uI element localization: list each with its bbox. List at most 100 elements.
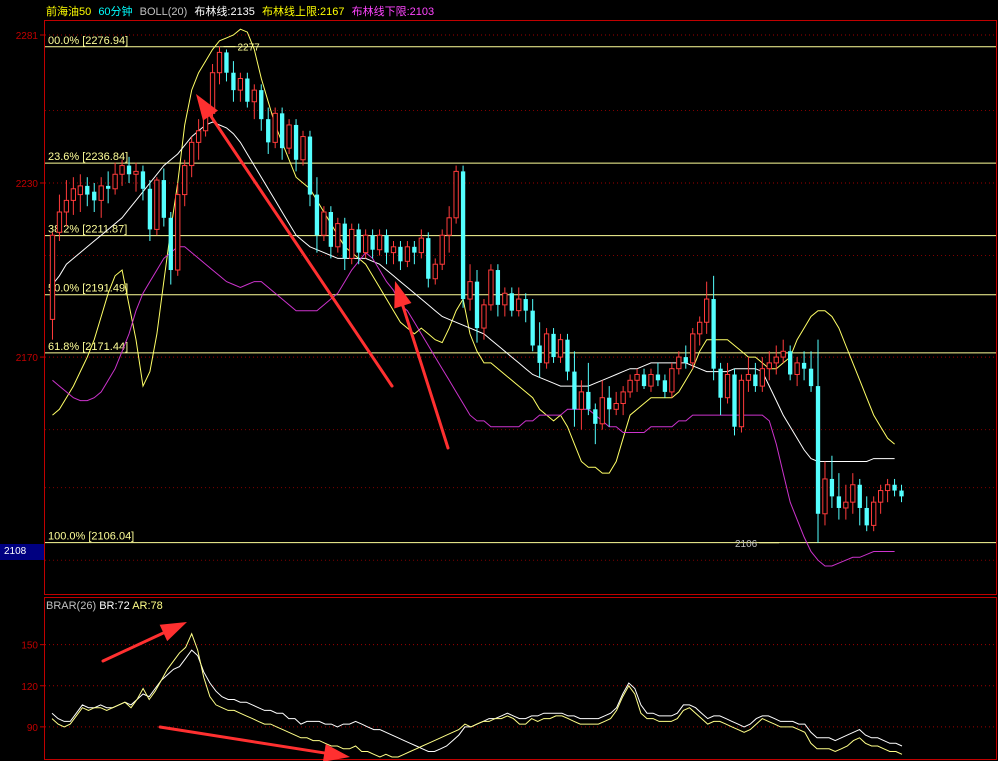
arrow-head [159,622,187,642]
candle-body [502,292,508,306]
candle-body [404,246,411,262]
sub-y-axis: 150 120 90 [21,641,45,734]
period-label: 60分钟 [98,6,133,18]
candle-body [426,238,431,279]
y-tick-label: 2281 [16,31,39,42]
candle-body [488,269,494,306]
br-line [51,649,903,752]
candle-body [669,368,675,393]
candle-body [474,281,480,329]
candle-body [335,223,341,248]
candle-body [112,173,118,190]
candle-body [738,379,745,428]
candle-body [98,185,104,201]
candle-body [565,339,570,372]
candle-body [224,52,229,73]
candle-body [293,124,299,160]
candle-body [495,270,501,305]
candle-body [899,490,904,497]
candle-body [690,333,696,364]
candle-body [279,113,285,149]
candle-body [56,211,63,233]
candle-body [766,362,772,370]
candle-body [578,391,585,410]
brar-lines [51,632,903,758]
candle-body [551,333,556,358]
candle-body [77,185,83,196]
candle-body [140,171,146,189]
candle-body [342,223,347,259]
candle-body [168,217,173,271]
main-y-axis: 2281 2230 2170 [16,31,45,364]
candle-body [272,112,278,143]
candle-body [815,386,821,514]
candle-body [390,246,397,254]
candle-body [147,188,153,230]
candle-body [704,298,710,323]
candle-body [537,345,542,363]
candle-body [175,194,181,271]
current-price-tag: 2108 [0,544,44,560]
candle-body [732,374,737,427]
candle-body [231,72,236,91]
candle-body [216,51,223,74]
arrow-shaft [101,631,165,663]
candle-body [759,368,765,387]
candle-body [70,188,77,201]
high-marker-label: 2277 [238,43,261,54]
candle-body [572,371,577,410]
candle-body [432,263,438,280]
low-marker-label: 2106 [735,539,758,550]
candle-body [362,234,369,254]
chart-frame [44,20,997,760]
candle-body [662,380,668,392]
sub-y-tick-label: 120 [21,682,38,693]
candle-body [718,368,723,398]
candle-body [843,501,849,509]
fib-label: 100.0% [2106.04] [48,531,134,543]
candle-body [85,185,90,195]
candle-body [808,368,814,387]
candle-body [864,507,869,526]
ar-line [51,632,903,758]
candle-body [105,185,111,189]
candle-body [724,373,731,399]
sub-y-tick-label: 90 [27,723,39,734]
brar-indicator-label: BRAR(26) [46,600,97,612]
candle-body [412,246,417,253]
candle-body [453,170,459,219]
candle-body [356,229,361,253]
sub-y-tick-label: 150 [21,641,38,652]
candle-body [251,89,257,103]
candle-body [63,199,70,213]
candle-body [892,484,897,491]
br-label: BR:72 [99,600,130,612]
main-header: 前海油50 60分钟 BOLL(20) 布林线:2135 布林线上限:2167 … [46,3,438,19]
candle-body [418,237,424,254]
boll-mid-label: 布林线:2135 [194,6,255,18]
candle-body [195,130,202,143]
candle-body [822,478,828,515]
boll-upper-label: 布林线上限:2167 [261,6,345,18]
candle-body [788,351,793,375]
candle-body [836,496,842,508]
candle-body [773,356,779,364]
candle-body [509,293,514,311]
boll-lower-label: 布林线下限:2103 [351,6,435,18]
candle-body [481,304,487,329]
candle-body [634,373,640,381]
candle-body [648,373,654,387]
candle-body [467,281,473,300]
candle-body [314,194,320,236]
candle-body [266,119,271,143]
arrow-shaft [401,304,450,450]
candle-body [557,339,564,358]
candle-body [92,191,97,201]
candle-body [182,165,188,196]
sub-grid [45,644,996,728]
candle-body [133,170,139,175]
candle-body [599,397,605,425]
candle-body [370,235,375,250]
candle-body [439,234,445,265]
candle-body [745,373,752,381]
